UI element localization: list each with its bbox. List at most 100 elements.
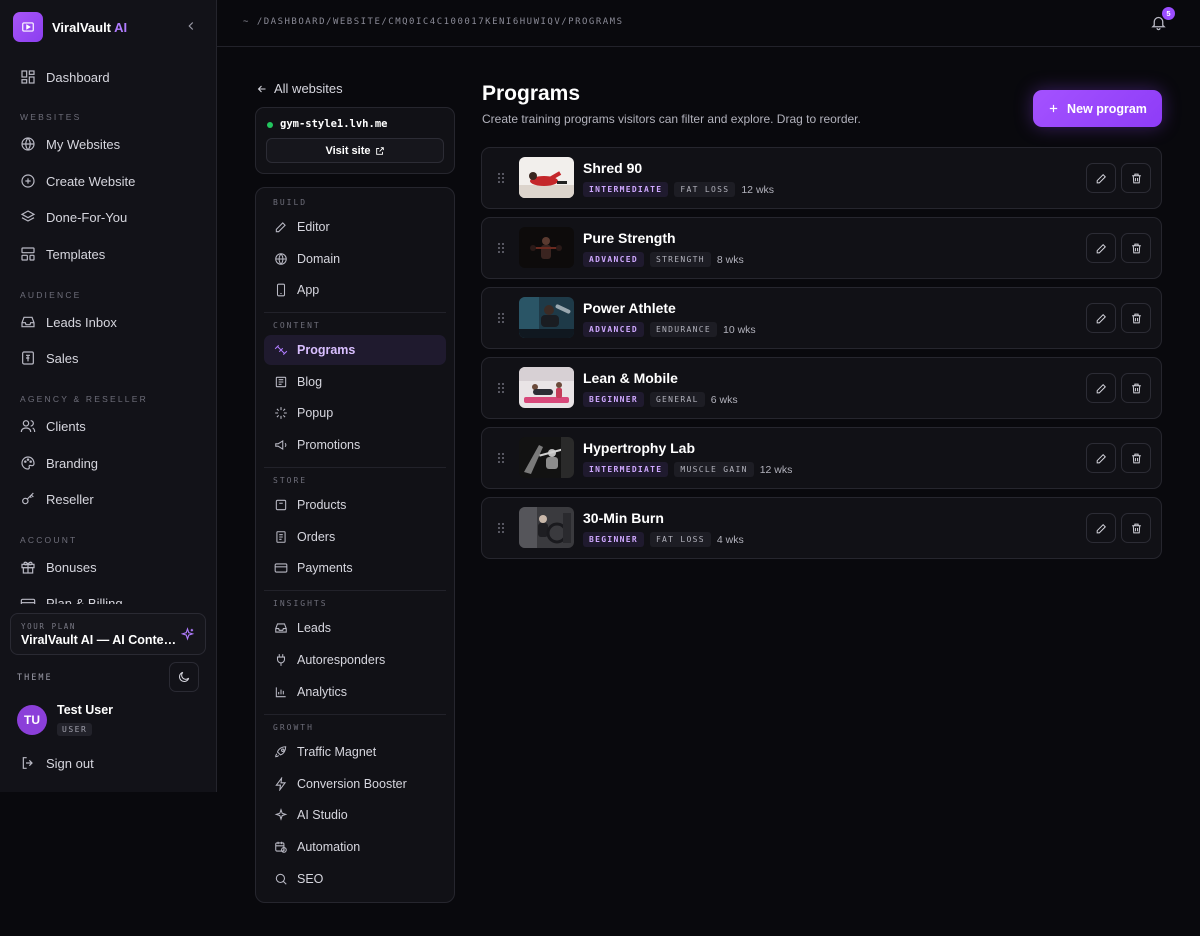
sidebar-item-templates[interactable]: Templates (10, 238, 206, 270)
sparkles-icon (180, 627, 195, 642)
program-meta: ADVANCED ENDURANCE 10 wks (583, 322, 756, 337)
subnav-item-autoresponders[interactable]: Autoresponders (264, 645, 446, 675)
subnav-item-products[interactable]: Products (264, 490, 446, 520)
plan-name: ViralVault AI — AI Content Suite (21, 633, 179, 647)
delete-program-button[interactable] (1121, 513, 1151, 543)
new-program-button[interactable]: New program (1033, 90, 1162, 127)
subnav-item-label: Autoresponders (297, 653, 386, 667)
program-thumbnail (519, 297, 574, 338)
program-row[interactable]: Shred 90 INTERMEDIATE FAT LOSS 12 wks (481, 147, 1162, 209)
subnav-item-traffic-magnet[interactable]: Traffic Magnet (264, 737, 446, 767)
subnav-item-app[interactable]: App (264, 275, 446, 305)
drag-handle-icon[interactable] (497, 312, 505, 324)
category-badge: GENERAL (649, 392, 705, 407)
sidebar-item-dashboard[interactable]: Dashboard (10, 61, 206, 93)
edit-program-button[interactable] (1086, 513, 1116, 543)
drag-handle-icon[interactable] (497, 522, 505, 534)
drag-handle-icon[interactable] (497, 172, 505, 184)
visit-site-button[interactable]: Visit site (266, 138, 444, 163)
sidebar-item-reseller[interactable]: Reseller (10, 483, 206, 515)
users-icon (20, 418, 36, 434)
subnav-item-seo[interactable]: SEO (264, 864, 446, 894)
delete-program-button[interactable] (1121, 373, 1151, 403)
theme-toggle-button[interactable] (169, 662, 199, 692)
delete-program-button[interactable] (1121, 303, 1151, 333)
subnav-item-domain[interactable]: Domain (264, 244, 446, 274)
subnav-item-conversion-booster[interactable]: Conversion Booster (264, 769, 446, 799)
subnav-item-orders[interactable]: Orders (264, 522, 446, 552)
sidebar-item-my-websites[interactable]: My Websites (10, 128, 206, 160)
edit-program-button[interactable] (1086, 373, 1116, 403)
sidebar-item-sales[interactable]: Sales (10, 342, 206, 374)
sidebar-item-plan-billing[interactable]: Plan & Billing (10, 588, 206, 604)
plan-label: YOUR PLAN (21, 622, 77, 631)
category-badge: MUSCLE GAIN (674, 462, 754, 477)
new-program-label: New program (1067, 101, 1147, 116)
sidebar-item-label: Reseller (46, 491, 94, 507)
drag-handle-icon[interactable] (497, 452, 505, 464)
subnav-item-ai-studio[interactable]: AI Studio (264, 800, 446, 830)
subnav-item-automation[interactable]: Automation (264, 832, 446, 862)
program-row[interactable]: Power Athlete ADVANCED ENDURANCE 10 wks (481, 287, 1162, 349)
avatar[interactable]: TU (17, 705, 47, 735)
program-thumbnail (519, 507, 574, 548)
plug-icon (274, 653, 288, 667)
subnav-item-label: Programs (297, 343, 356, 357)
program-meta: INTERMEDIATE FAT LOSS 12 wks (583, 182, 774, 197)
trash-icon (1130, 522, 1143, 535)
receipt-icon (20, 350, 36, 366)
category-badge: FAT LOSS (674, 182, 736, 197)
level-badge: INTERMEDIATE (583, 182, 669, 197)
subnav-item-leads[interactable]: Leads (264, 613, 446, 643)
edit-program-button[interactable] (1086, 443, 1116, 473)
edit-program-button[interactable] (1086, 303, 1116, 333)
subnav-item-programs[interactable]: Programs (264, 335, 446, 365)
brand[interactable]: ViralVault AI (13, 12, 127, 42)
subnav-divider (264, 714, 446, 715)
inbox-icon (274, 621, 288, 635)
sign-out-button[interactable]: Sign out (20, 755, 94, 771)
back-to-websites-link[interactable]: All websites (256, 81, 343, 96)
rocket-icon (274, 745, 288, 759)
sidebar-item-done-for-you[interactable]: Done-For-You (10, 201, 206, 233)
program-row[interactable]: Hypertrophy Lab INTERMEDIATE MUSCLE GAIN… (481, 427, 1162, 489)
category-badge: ENDURANCE (649, 322, 717, 337)
subnav-item-popup[interactable]: Popup (264, 398, 446, 428)
collapse-sidebar-icon[interactable] (184, 19, 198, 33)
sidebar-item-create-website[interactable]: Create Website (10, 165, 206, 197)
delete-program-button[interactable] (1121, 233, 1151, 263)
program-thumbnail (519, 227, 574, 268)
burst-icon (274, 406, 288, 420)
delete-program-button[interactable] (1121, 443, 1151, 473)
trash-icon (1130, 312, 1143, 325)
subnav-item-blog[interactable]: Blog (264, 367, 446, 397)
sidebar-item-label: Plan & Billing (46, 596, 123, 604)
delete-program-button[interactable] (1121, 163, 1151, 193)
subnav-section-insights: INSIGHTS (273, 599, 328, 608)
sidebar-item-leads-inbox[interactable]: Leads Inbox (10, 306, 206, 338)
program-row[interactable]: Pure Strength ADVANCED STRENGTH 8 wks (481, 217, 1162, 279)
program-row[interactable]: 30-Min Burn BEGINNER FAT LOSS 4 wks (481, 497, 1162, 559)
subnav-item-label: Conversion Booster (297, 777, 407, 791)
sidebar-item-label: Templates (46, 246, 106, 262)
subnav-item-payments[interactable]: Payments (264, 553, 446, 583)
trash-icon (1130, 172, 1143, 185)
sidebar-item-branding[interactable]: Branding (10, 447, 206, 479)
edit-program-button[interactable] (1086, 163, 1116, 193)
sidebar-item-bonuses[interactable]: Bonuses (10, 551, 206, 583)
subnav-item-editor[interactable]: Editor (264, 212, 446, 242)
sidebar-item-clients[interactable]: Clients (10, 410, 206, 442)
subnav-item-analytics[interactable]: Analytics (264, 677, 446, 707)
drag-handle-icon[interactable] (497, 242, 505, 254)
pencil-icon (1095, 522, 1108, 535)
program-duration: 8 wks (716, 253, 744, 266)
drag-handle-icon[interactable] (497, 382, 505, 394)
program-row[interactable]: Lean & Mobile BEGINNER GENERAL 6 wks (481, 357, 1162, 419)
level-badge: ADVANCED (583, 252, 644, 267)
subnav-item-promotions[interactable]: Promotions (264, 430, 446, 460)
back-link-label: All websites (274, 81, 343, 96)
pencil-icon (1095, 382, 1108, 395)
pencil-icon (1095, 312, 1108, 325)
plan-card[interactable]: YOUR PLAN ViralVault AI — AI Content Sui… (10, 613, 206, 655)
edit-program-button[interactable] (1086, 233, 1116, 263)
